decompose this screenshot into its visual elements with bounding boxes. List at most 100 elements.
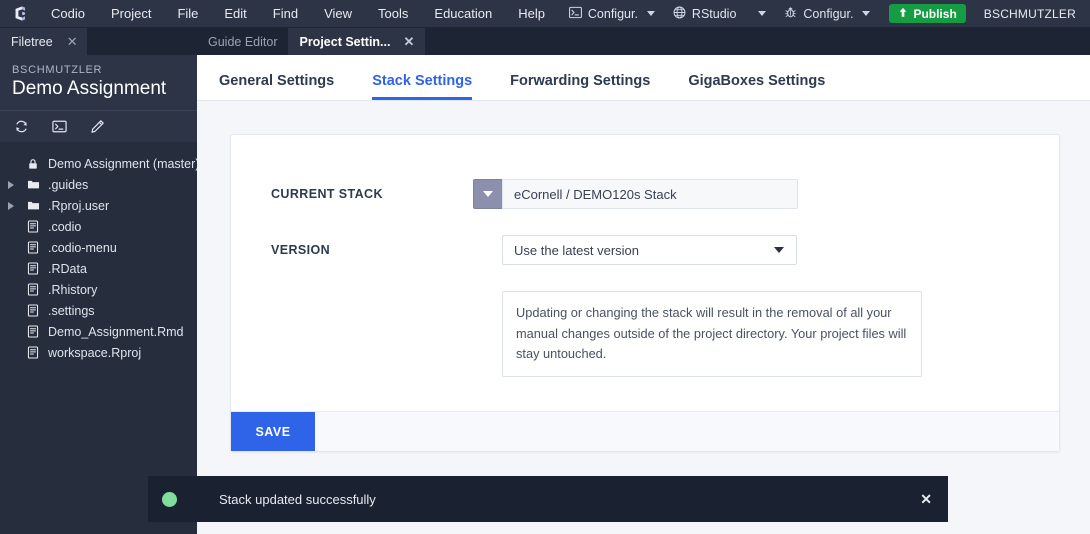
tree-item-rproj-user[interactable]: .Rproj.user — [0, 195, 197, 216]
tree-item-demo-assignment-rmd[interactable]: Demo_Assignment.Rmd — [0, 321, 197, 342]
publish-label: Publish — [913, 6, 957, 21]
tree-item-label: Demo_Assignment.Rmd — [48, 324, 184, 339]
current-stack-label: CURRENT STACK — [271, 187, 383, 201]
tree-item-rhistory[interactable]: .Rhistory — [0, 279, 197, 300]
refresh-icon[interactable] — [12, 118, 30, 136]
tree-item-label: .codio-menu — [48, 240, 117, 255]
stack-settings-card: CURRENT STACK eCornell / DEMO120s Stack … — [230, 134, 1060, 453]
toolbar-item-label: Configur. — [587, 6, 638, 21]
tab-general-settings[interactable]: General Settings — [219, 54, 334, 100]
tree-item-label: .Rhistory — [48, 282, 98, 297]
editor-tab-label: Project Settin... — [299, 34, 391, 49]
tree-item-label: workspace.Rproj — [48, 345, 142, 360]
file-icon — [22, 262, 44, 275]
menu-item-view[interactable]: View — [311, 0, 365, 28]
current-stack-value[interactable]: eCornell / DEMO120s Stack — [502, 179, 798, 209]
tab-label: Stack Settings — [372, 73, 473, 89]
caret-down-icon — [483, 191, 493, 197]
menu-item-codio[interactable]: Codio — [38, 0, 98, 28]
tree-item-label: .RData — [48, 261, 87, 276]
file-icon — [22, 346, 44, 359]
menu-label: Tools — [378, 6, 409, 21]
toast-message: Stack updated successfully — [219, 491, 376, 507]
toolbar-item-debug-configure[interactable]: Configur. — [775, 0, 879, 28]
tree-item-label: .settings — [48, 303, 95, 318]
terminal-icon — [568, 6, 582, 22]
pencil-icon[interactable] — [88, 118, 106, 136]
menu-label: View — [324, 6, 353, 21]
chevron-down-icon — [646, 11, 655, 16]
card-footer: SAVE — [231, 411, 1059, 452]
codio-ide-window: Codio Project File Edit Find View Tools … — [0, 0, 1090, 534]
expand-arrow-icon[interactable] — [0, 180, 22, 189]
tree-item-label: Demo Assignment (master) — [48, 156, 200, 171]
project-header: BSCHMUTZLER Demo Assignment — [0, 55, 197, 110]
settings-content: CURRENT STACK eCornell / DEMO120s Stack … — [197, 101, 1090, 453]
bug-icon — [784, 6, 797, 22]
tree-item-label: .guides — [48, 177, 89, 192]
menu-item-education[interactable]: Education — [421, 0, 505, 28]
tree-item-root[interactable]: Demo Assignment (master) — [0, 153, 200, 174]
editor-tab-guide-editor[interactable]: Guide Editor — [197, 28, 288, 55]
tree-item-codio-menu[interactable]: .codio-menu — [0, 237, 197, 258]
menu-item-tools[interactable]: Tools — [365, 0, 421, 28]
close-icon[interactable]: ✕ — [67, 35, 78, 48]
tree-item-workspace-rproj[interactable]: workspace.Rproj — [0, 342, 197, 363]
tab-label: Forwarding Settings — [510, 73, 651, 89]
tree-item-settings[interactable]: .settings — [0, 300, 197, 321]
menu-label: Help — [518, 6, 545, 21]
menu-item-find[interactable]: Find — [260, 0, 311, 28]
settings-tabbar: General Settings Stack Settings Forwardi… — [197, 55, 1090, 101]
project-name: Demo Assignment — [12, 78, 167, 99]
menu-item-edit[interactable]: Edit — [211, 0, 259, 28]
version-label: VERSION — [271, 243, 331, 257]
publish-button[interactable]: Publish — [889, 4, 966, 23]
stack-warning-row: Updating or changing the stack will resu… — [271, 291, 1019, 378]
editor-tabbar: Guide Editor Project Settin... ✕ — [197, 28, 1090, 55]
file-icon — [22, 241, 44, 254]
menu-item-project[interactable]: Project — [98, 0, 164, 28]
filetree-toolbar — [0, 110, 197, 142]
terminal-icon[interactable] — [50, 118, 68, 136]
globe-icon — [673, 6, 686, 22]
toolbar-item-terminal-configure[interactable]: Configur. — [560, 0, 664, 28]
main-area: Guide Editor Project Settin... ✕ General… — [197, 28, 1090, 534]
current-username[interactable]: BSCHMUTZLER — [976, 7, 1090, 21]
file-icon — [22, 283, 44, 296]
main-menubar: Codio Project File Edit Find View Tools … — [0, 0, 1090, 28]
close-icon[interactable]: ✕ — [920, 491, 932, 508]
file-icon — [22, 304, 44, 317]
chevron-down-icon — [862, 11, 871, 16]
current-stack-dropdown-button[interactable] — [473, 179, 502, 209]
editor-tab-project-settings[interactable]: Project Settin... ✕ — [288, 28, 426, 55]
menu-label: Education — [434, 6, 493, 21]
menu-label: Edit — [224, 6, 247, 21]
lock-icon — [22, 158, 44, 170]
version-selected-value: Use the latest version — [514, 242, 640, 258]
toolbar-item-rstudio[interactable]: RStudio — [664, 0, 775, 28]
current-stack-field: eCornell / DEMO120s Stack — [473, 179, 798, 209]
tab-gigaboxes-settings[interactable]: GigaBoxes Settings — [688, 54, 825, 100]
stack-settings-form: CURRENT STACK eCornell / DEMO120s Stack … — [231, 135, 1059, 411]
codio-logo-icon[interactable] — [0, 0, 38, 28]
menu-label: Project — [110, 6, 152, 21]
save-button[interactable]: SAVE — [231, 412, 315, 452]
tree-item-rdata[interactable]: .RData — [0, 258, 197, 279]
menu-item-help[interactable]: Help — [505, 0, 558, 28]
tab-forwarding-settings[interactable]: Forwarding Settings — [510, 54, 650, 100]
version-select[interactable]: Use the latest version — [502, 235, 797, 265]
file-tree: Demo Assignment (master) .guides .Rproj.… — [0, 142, 200, 363]
close-icon[interactable]: ✕ — [403, 35, 414, 48]
tree-item-label: .codio — [48, 219, 82, 234]
toolbar-item-label: RStudio — [691, 6, 737, 21]
current-stack-row: CURRENT STACK eCornell / DEMO120s Stack — [271, 179, 1019, 209]
toast-notification: Stack updated successfully ✕ — [148, 476, 948, 522]
tab-stack-settings[interactable]: Stack Settings — [372, 54, 472, 100]
tree-item-guides[interactable]: .guides — [0, 174, 197, 195]
stack-warning-note: Updating or changing the stack will resu… — [502, 291, 922, 378]
tree-item-codio[interactable]: .codio — [0, 216, 197, 237]
expand-arrow-icon[interactable] — [0, 201, 22, 210]
menu-item-file[interactable]: File — [164, 0, 211, 28]
sidebar-tab-filetree[interactable]: Filetree ✕ — [0, 28, 87, 55]
upload-arrow-icon — [898, 7, 908, 21]
